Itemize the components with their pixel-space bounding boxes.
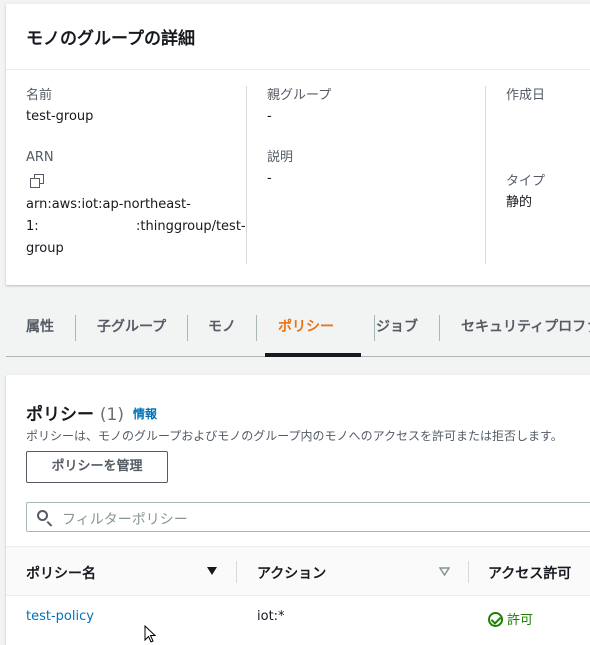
permission-value: 許可 xyxy=(507,613,534,628)
permission-status: 許可 xyxy=(488,609,533,628)
details-column-3: 作成日 タイプ 静的 xyxy=(506,86,590,214)
tab-security-profiles[interactable]: セキュリティプロファ xyxy=(461,305,590,355)
search-icon xyxy=(37,510,48,521)
column-divider xyxy=(246,86,247,264)
tab-jobs[interactable]: ジョブ xyxy=(376,305,418,355)
column-separator xyxy=(236,561,237,583)
name-label: 名前 xyxy=(26,88,53,103)
policies-heading: ポリシー (1) xyxy=(26,400,124,425)
tab-attributes[interactable]: 属性 xyxy=(26,305,54,355)
arn-line-2: 1: :thinggroup/test- xyxy=(26,216,251,238)
parent-group-label: 親グループ xyxy=(267,88,332,103)
tab-child-groups[interactable]: 子グループ xyxy=(97,305,166,355)
thing-group-details-card: モノのグループの詳細 名前 test-group ARN arn:aws:iot… xyxy=(6,4,590,285)
column-header-action[interactable]: アクション xyxy=(257,563,326,583)
name-value: test-group xyxy=(26,109,94,124)
active-tab-indicator xyxy=(265,353,361,357)
column-header-permission[interactable]: アクセス許可 xyxy=(488,563,571,583)
column-header-policy-name[interactable]: ポリシー名 xyxy=(26,563,96,583)
tab-policies[interactable]: ポリシー xyxy=(278,305,334,355)
policy-action: iot:* xyxy=(257,609,285,624)
policies-title: ポリシー xyxy=(26,405,94,425)
details-column-1: 名前 test-group ARN arn:aws:iot:ap-northea… xyxy=(26,86,246,260)
copy-icon[interactable] xyxy=(30,174,44,188)
arn-line-2-start: 1: xyxy=(26,219,39,234)
description-value: - xyxy=(267,171,272,186)
parent-group-value: - xyxy=(267,109,272,124)
tab-bar: 属性 子グループ モノ ポリシー ジョブ セキュリティプロファ xyxy=(6,305,590,357)
manage-policies-button[interactable]: ポリシーを管理 xyxy=(26,451,168,483)
policies-description: ポリシーは、モノのグループおよびモノのグループ内のモノへのアクセスを許可または拒… xyxy=(26,429,563,443)
sort-icon[interactable] xyxy=(439,567,450,576)
type-value: 静的 xyxy=(506,195,533,210)
tab-separator xyxy=(439,315,440,341)
arn-line-3: group xyxy=(26,241,64,256)
info-link[interactable]: 情報 xyxy=(133,405,157,422)
arn-label: ARN xyxy=(26,150,54,165)
table-row: test-policy iot:* 許可 xyxy=(6,596,590,640)
type-label: タイプ xyxy=(506,174,546,189)
policies-count: (1) xyxy=(99,405,125,425)
policies-card: ポリシー (1) 情報 ポリシーは、モノのグループおよびモノのグループ内のモノへ… xyxy=(6,375,590,645)
filter-placeholder: フィルターポリシー xyxy=(62,512,188,528)
policy-name-link[interactable]: test-policy xyxy=(26,609,94,624)
tab-things[interactable]: モノ xyxy=(208,305,236,355)
arn-line-2-end: :thinggroup/test- xyxy=(136,219,246,234)
tab-separator xyxy=(75,315,76,341)
tab-separator xyxy=(374,315,375,341)
table-header: ポリシー名 アクション アクセス許可 xyxy=(6,546,590,596)
column-separator xyxy=(468,561,469,583)
filter-policies-input[interactable]: フィルターポリシー xyxy=(26,502,590,532)
details-title: モノのグループの詳細 xyxy=(6,4,590,70)
arn-line-1: arn:aws:iot:ap-northeast- xyxy=(26,197,191,212)
check-circle-icon xyxy=(488,612,503,627)
description-label: 説明 xyxy=(267,150,294,165)
tab-separator xyxy=(187,315,188,341)
column-divider xyxy=(485,86,486,264)
created-date-label: 作成日 xyxy=(506,88,546,103)
tab-separator xyxy=(256,315,257,341)
details-column-2: 親グループ - 説明 - xyxy=(267,86,477,190)
sort-descending-icon[interactable] xyxy=(207,567,217,575)
mouse-cursor-icon xyxy=(144,625,157,643)
